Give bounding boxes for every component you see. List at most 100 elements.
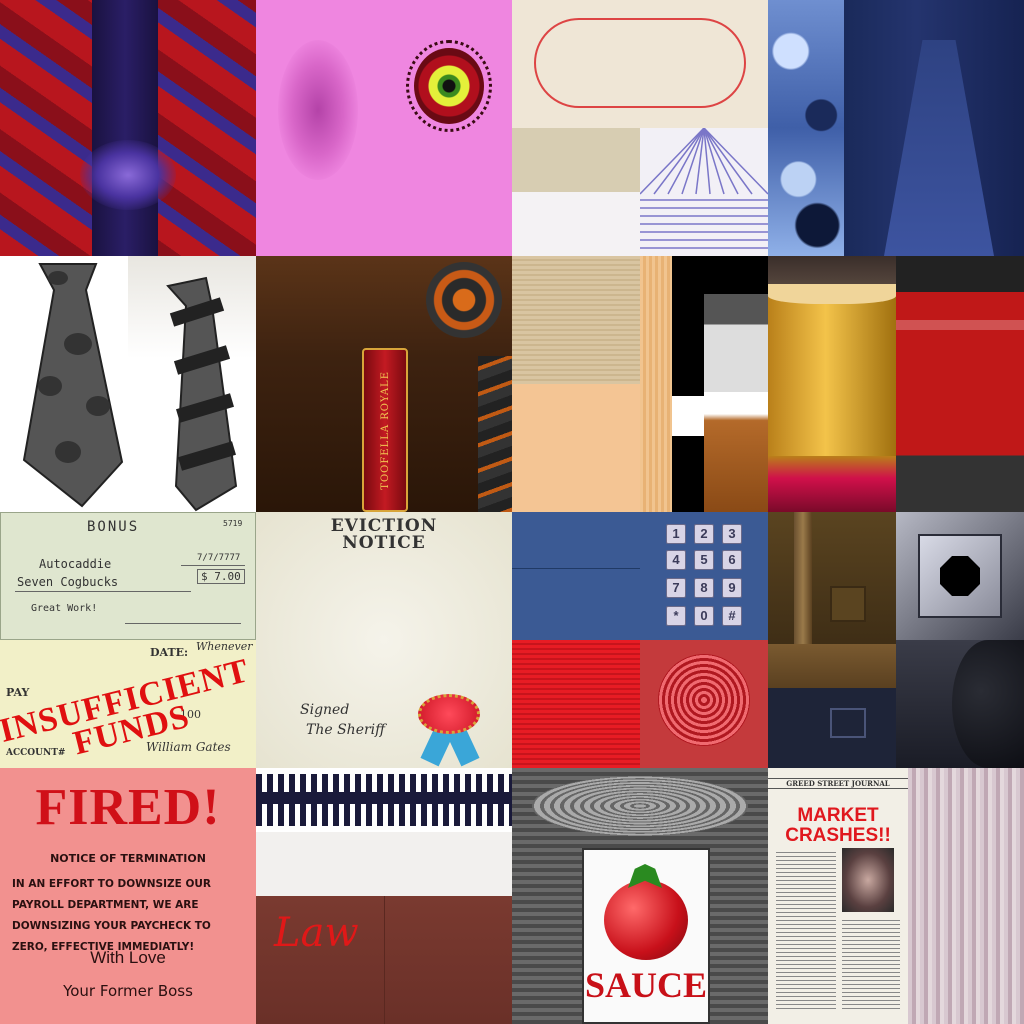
pleated-lampshade-texture bbox=[640, 128, 768, 256]
canister-rim bbox=[768, 284, 896, 304]
blue-camo-texture bbox=[768, 0, 844, 256]
necktie-icons bbox=[22, 263, 238, 512]
keypad-key[interactable]: 0 bbox=[694, 606, 714, 626]
white-block bbox=[672, 396, 704, 436]
date-line bbox=[181, 565, 245, 566]
amount-line bbox=[15, 591, 191, 592]
fired-title: FIRED! bbox=[35, 779, 221, 836]
news-column-left bbox=[776, 852, 836, 1012]
keypad-key[interactable]: 1 bbox=[666, 524, 686, 544]
texture-atlas: TOOFELLA ROYALE BONUS 5719 7/7/7777 Auto… bbox=[0, 0, 1024, 1024]
wood-box bbox=[830, 586, 866, 622]
red-can-texture bbox=[896, 256, 1024, 512]
headline-line1: MARKET bbox=[797, 805, 879, 826]
wood-beam bbox=[768, 644, 896, 688]
can-highlight bbox=[896, 320, 1024, 330]
eviction-sheriff: The Sheriff bbox=[306, 722, 386, 738]
keypad-key[interactable]: 2 bbox=[694, 524, 714, 544]
check-number: 5719 bbox=[223, 519, 243, 528]
blurred-stripe-texture bbox=[908, 768, 1024, 1024]
robe-purple-glow bbox=[80, 140, 176, 210]
check-memo: Great Work! bbox=[31, 603, 98, 614]
metal-plate-texture bbox=[896, 512, 1024, 640]
keypad-key[interactable]: 3 bbox=[722, 524, 742, 544]
eviction-title: EVICTION NOTICE bbox=[256, 518, 512, 552]
octagon-hole-icon bbox=[940, 556, 980, 596]
newspaper-headline: MARKET CRASHES!! bbox=[768, 806, 908, 846]
magenta-blush bbox=[278, 40, 358, 180]
cigar-ash-tip-icon bbox=[426, 262, 502, 338]
keypad-key[interactable]: 9 bbox=[722, 578, 742, 598]
cigar-ember-strip bbox=[478, 356, 512, 512]
phone-keypad: 1 2 3 4 5 6 7 8 9 * 0 # bbox=[640, 512, 768, 640]
robe-center-band bbox=[92, 0, 158, 256]
eviction-signature: Signed The Sheriff bbox=[300, 700, 385, 740]
check-date-label: DATE: bbox=[150, 646, 189, 659]
cardboard-swatch bbox=[512, 256, 640, 384]
keypad-key[interactable]: 5 bbox=[694, 550, 714, 570]
check-amount-words: Seven Cogbucks bbox=[17, 575, 119, 589]
red-spiral-texture bbox=[640, 640, 768, 768]
fired-signature: Your Former Boss bbox=[63, 982, 193, 1000]
fired-subtitle: NOTICE OF TERMINATION bbox=[50, 852, 206, 865]
stitched-patch-texture bbox=[512, 0, 768, 128]
spiral-rings bbox=[658, 654, 750, 746]
peach-stripe-swatch bbox=[640, 256, 672, 512]
termination-notice: FIRED! NOTICE OF TERMINATION IN AN EFFOR… bbox=[0, 768, 256, 1024]
check-amount: $ 7.00 bbox=[197, 569, 245, 584]
check-date-value: Whenever bbox=[196, 640, 253, 653]
red-green-eye-icon bbox=[414, 48, 484, 124]
dark-blob bbox=[952, 640, 1024, 768]
blue-panel-texture bbox=[512, 512, 640, 640]
railing-texture bbox=[256, 768, 512, 832]
eviction-title-line2: NOTICE bbox=[342, 533, 426, 553]
red-stitch-loop bbox=[534, 18, 746, 108]
keypad-key[interactable]: # bbox=[722, 606, 742, 626]
pleat-lines bbox=[640, 128, 768, 249]
news-column-right bbox=[842, 920, 900, 1012]
fired-body: IN AN EFFORT TO DOWNSIZE OUR PAYROLL DEP… bbox=[12, 878, 211, 953]
wood-post bbox=[794, 512, 812, 652]
check-title: BONUS bbox=[87, 519, 140, 535]
law-title: Law bbox=[274, 910, 359, 956]
navy-suit-texture bbox=[844, 0, 1024, 256]
cigar-brand-text: TOOFELLA ROYALE bbox=[379, 370, 391, 490]
eviction-signed: Signed bbox=[300, 702, 350, 718]
coffee-cup bbox=[704, 294, 768, 512]
headline-line2: CRASHES!! bbox=[785, 825, 891, 846]
keypad-key[interactable]: 6 bbox=[722, 550, 742, 570]
insufficient-funds-check: DATE: Whenever PAY 100 ACCOUNT# William … bbox=[0, 640, 256, 768]
fired-closing: With Love bbox=[90, 948, 166, 967]
cigar-brand: TOOFELLA ROYALE bbox=[362, 348, 408, 512]
peach-swatch bbox=[512, 384, 640, 512]
pink-face-eye-texture bbox=[256, 0, 512, 256]
keypad-key[interactable]: * bbox=[666, 606, 686, 626]
law-book-cover: Law bbox=[256, 896, 512, 1024]
tomato-icon bbox=[604, 880, 688, 960]
news-photo bbox=[842, 848, 894, 912]
sauce-word: SAUCE bbox=[584, 965, 708, 1005]
navy-light-beam bbox=[884, 40, 994, 256]
check-date: 7/7/7777 bbox=[197, 553, 241, 563]
check-pay-label: PAY bbox=[6, 686, 30, 699]
newspaper-front-page: GREED STREET JOURNAL MARKET CRASHES!! bbox=[768, 768, 908, 1024]
keypad-key[interactable]: 8 bbox=[694, 578, 714, 598]
panel-seam bbox=[512, 568, 640, 569]
can-lid bbox=[532, 776, 748, 836]
newspaper-masthead: GREED STREET JOURNAL bbox=[768, 778, 908, 789]
sauce-can-texture: SAUCE bbox=[512, 768, 768, 1024]
cigar-texture: TOOFELLA ROYALE bbox=[256, 256, 512, 512]
keypad-key[interactable]: 4 bbox=[666, 550, 686, 570]
rail-crossbar bbox=[256, 792, 512, 804]
white-fabric-swatch bbox=[512, 192, 640, 256]
signature-line bbox=[125, 623, 241, 624]
keypad-key[interactable]: 7 bbox=[666, 578, 686, 598]
neckties-texture bbox=[0, 256, 256, 512]
canister-base bbox=[768, 456, 896, 512]
wooden-frame-texture bbox=[768, 512, 896, 768]
red-striped-robe-texture bbox=[0, 0, 256, 256]
wax-seal-icon bbox=[418, 694, 480, 734]
white-swatch bbox=[256, 832, 512, 896]
gold-canister-texture bbox=[768, 256, 896, 512]
eviction-notice: EVICTION NOTICE Signed The Sheriff bbox=[256, 512, 512, 768]
